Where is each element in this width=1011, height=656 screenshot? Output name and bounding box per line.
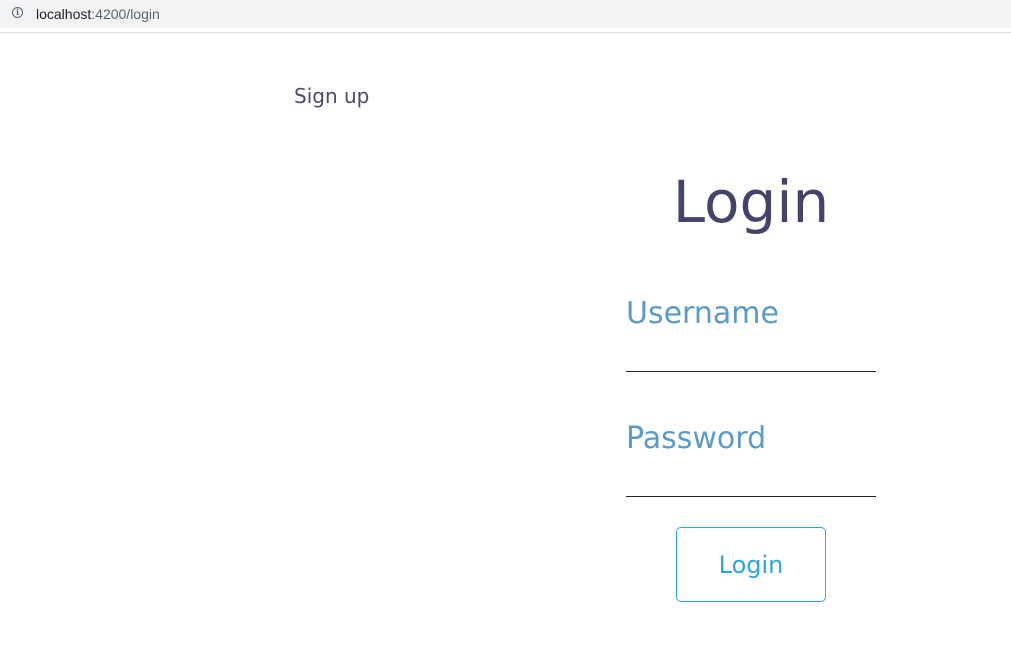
username-label: Username (626, 296, 779, 331)
info-circle-icon[interactable]: i (12, 7, 23, 18)
signup-link[interactable]: Sign up (294, 82, 369, 110)
password-label: Password (626, 421, 767, 456)
url-host: localhost (36, 6, 92, 22)
login-title: Login (672, 168, 830, 236)
username-input[interactable] (626, 342, 876, 372)
url-text[interactable]: localhost:4200/login (36, 6, 160, 22)
toolbar-divider (0, 32, 1011, 33)
browser-address-bar[interactable]: i localhost:4200/login (0, 0, 1011, 28)
url-path: :4200/login (91, 6, 160, 22)
login-button[interactable]: Login (676, 527, 826, 602)
password-input[interactable] (626, 467, 876, 497)
